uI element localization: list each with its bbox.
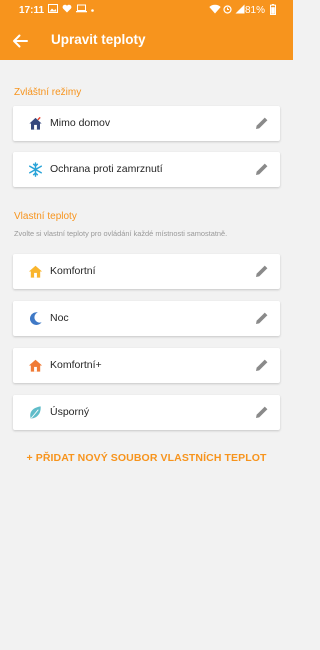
edit-pencil-icon[interactable] bbox=[254, 161, 270, 177]
mode-label-away: Mimo domov bbox=[50, 117, 111, 129]
more-notifications-dot-icon bbox=[91, 9, 94, 12]
alarm-icon bbox=[223, 5, 232, 14]
house-plus-icon bbox=[28, 359, 43, 372]
temperature-card-comfort-plus[interactable]: Komfortní+ bbox=[13, 348, 280, 383]
special-modes-heading: Zvláštní režimy bbox=[14, 87, 82, 98]
add-custom-temperature-set-button[interactable]: + PŘIDAT NOVÝ SOUBOR VLASTNÍCH TEPLOT bbox=[0, 452, 293, 464]
house-icon bbox=[28, 265, 43, 278]
battery-percentage: 81% bbox=[244, 5, 265, 16]
temperature-label-comfort: Komfortní bbox=[50, 265, 96, 277]
wifi-icon bbox=[209, 4, 221, 14]
laptop-notification-icon bbox=[76, 4, 87, 13]
leaf-icon bbox=[30, 406, 41, 419]
temperature-label-eco: Úsporný bbox=[50, 406, 90, 418]
edit-pencil-icon[interactable] bbox=[254, 115, 270, 131]
edit-pencil-icon[interactable] bbox=[254, 310, 270, 326]
page-title: Upravit teploty bbox=[51, 32, 146, 47]
edit-pencil-icon[interactable] bbox=[254, 357, 270, 373]
custom-temperatures-heading: Vlastní teploty bbox=[14, 211, 77, 222]
temperature-card-night[interactable]: Noc bbox=[13, 301, 280, 336]
image-notification-icon bbox=[48, 4, 58, 13]
mode-card-away[interactable]: Mimo domov bbox=[13, 106, 280, 141]
app-bar: Upravit teploty bbox=[0, 22, 293, 60]
mode-card-frost-protection[interactable]: Ochrana proti zamrznutí bbox=[13, 152, 280, 187]
signal-icon bbox=[235, 4, 245, 14]
temperature-label-night: Noc bbox=[50, 312, 69, 324]
temperature-card-eco[interactable]: Úsporný bbox=[13, 395, 280, 430]
snowflake-icon bbox=[29, 162, 42, 177]
back-arrow-icon[interactable] bbox=[10, 31, 30, 51]
temperature-card-comfort[interactable]: Komfortní bbox=[13, 254, 280, 289]
status-time: 17:11 bbox=[19, 5, 45, 16]
battery-icon bbox=[270, 4, 276, 15]
heart-notification-icon bbox=[62, 4, 72, 13]
status-bar: 17:11 81% bbox=[0, 0, 293, 22]
temperature-label-comfort-plus: Komfortní+ bbox=[50, 359, 102, 371]
edit-pencil-icon[interactable] bbox=[254, 404, 270, 420]
moon-icon bbox=[29, 312, 42, 325]
mode-label-frost-protection: Ochrana proti zamrznutí bbox=[50, 163, 163, 175]
away-house-icon bbox=[29, 116, 42, 130]
custom-temperatures-hint: Zvolte si vlastní teploty pro ovládání k… bbox=[14, 229, 228, 238]
edit-pencil-icon[interactable] bbox=[254, 263, 270, 279]
